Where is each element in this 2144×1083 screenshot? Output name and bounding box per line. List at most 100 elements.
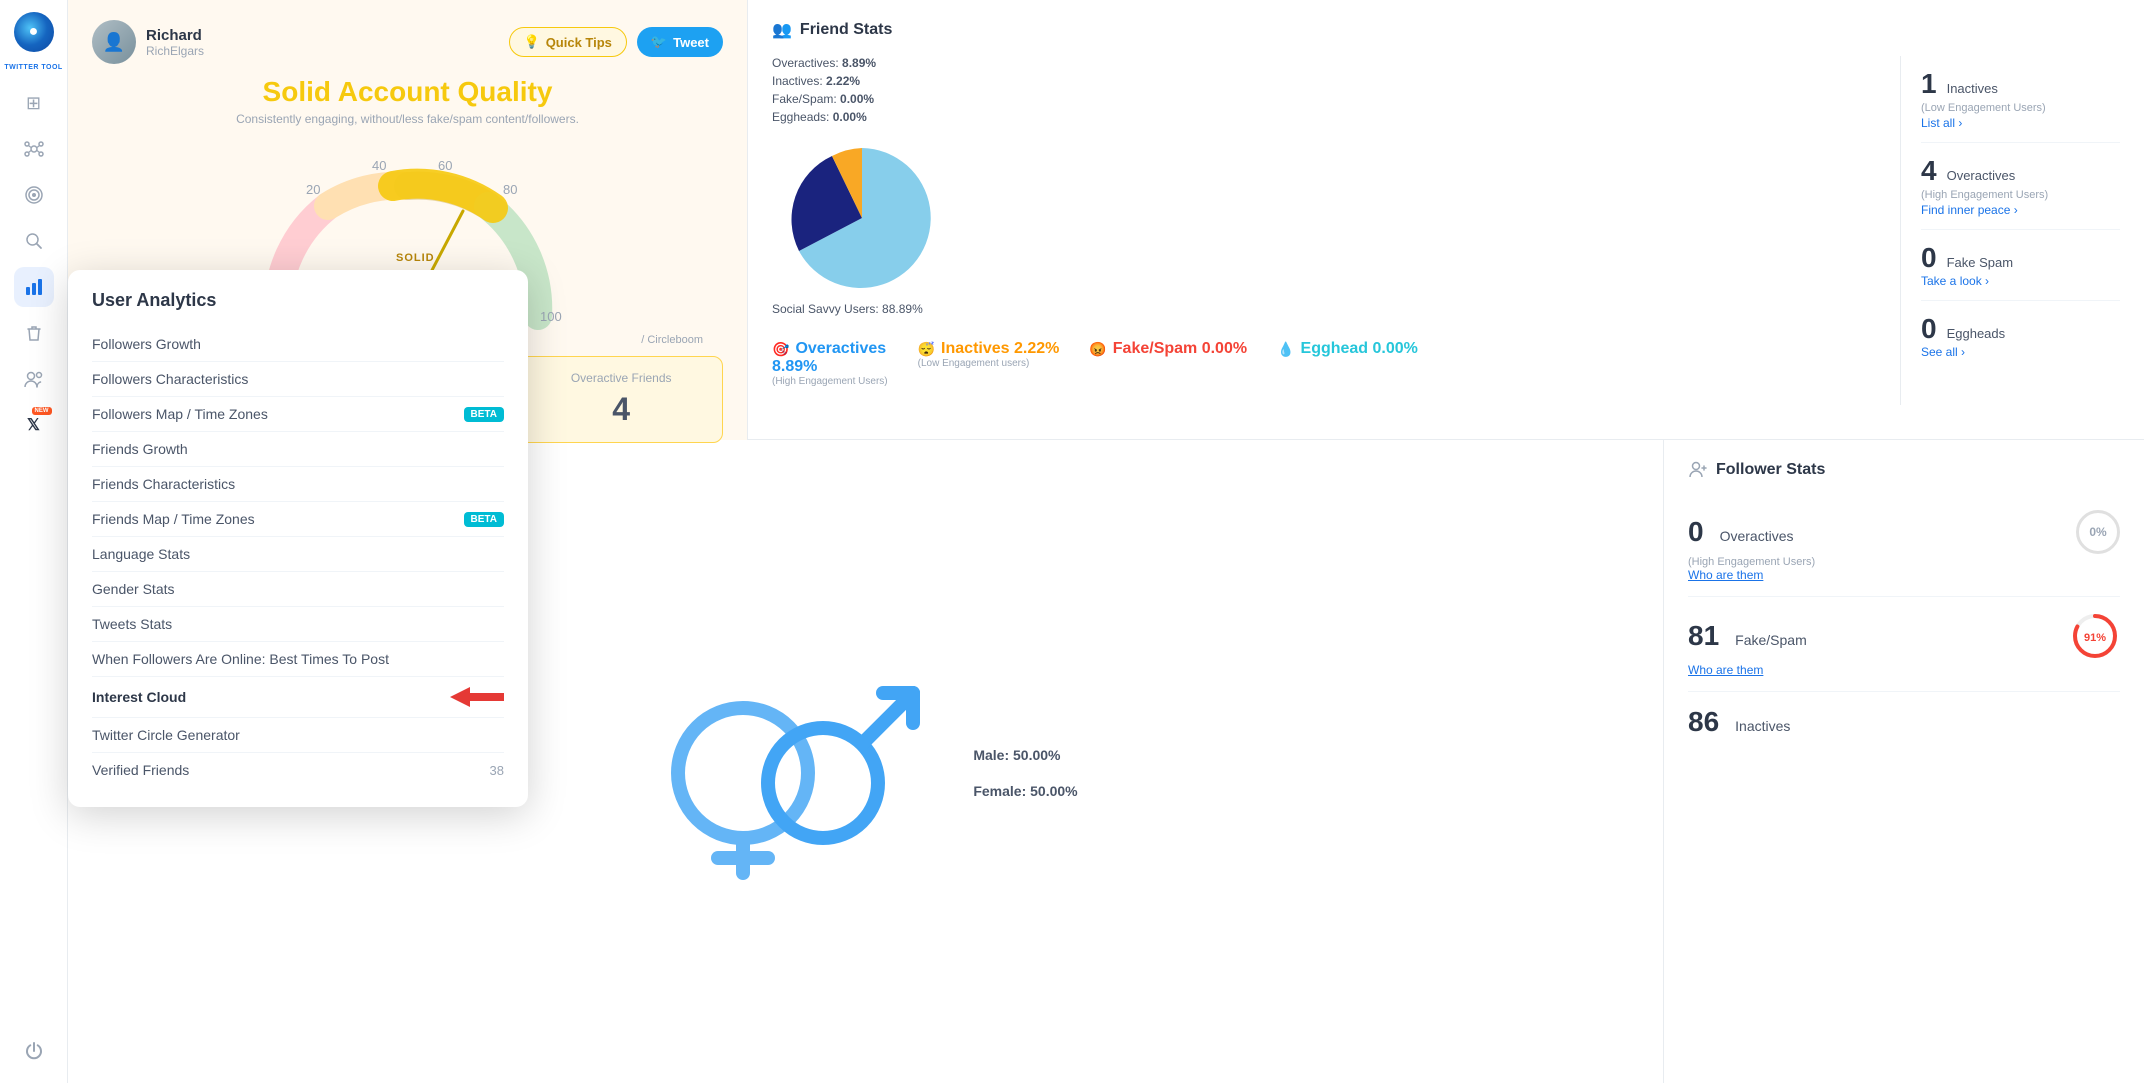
svg-text:20: 20	[306, 182, 320, 197]
ov-fakespam-label: Fake/Spam 0.00%	[1113, 340, 1247, 358]
follower-stats-title: Follower Stats	[1716, 461, 1825, 479]
svg-text:91%: 91%	[2084, 632, 2106, 644]
svg-text:SOLID: SOLID	[396, 252, 435, 264]
legend-overactives: Overactives: 8.89%	[772, 56, 876, 70]
take-a-look-link[interactable]: Take a look ›	[1921, 274, 2120, 288]
overactive-friends-card: Overactive Friends 4	[519, 356, 723, 443]
menu-item-twitter-circle[interactable]: Twitter Circle Generator	[92, 718, 504, 753]
stats-sidebar: 1 Inactives (Low Engagement Users) List …	[1900, 56, 2120, 405]
friend-stats-header: 👥 Friend Stats	[772, 20, 2120, 40]
arrow-icon	[450, 686, 504, 708]
follower-inactives-type: Inactives	[1735, 718, 1790, 734]
gender-symbols	[653, 663, 933, 883]
circleboom-credit: / Circleboom	[641, 334, 703, 346]
sidebar-item-users[interactable]	[14, 359, 54, 399]
menu-item-gender-stats[interactable]: Gender Stats	[92, 572, 504, 607]
stat-inactives-row: 1 Inactives (Low Engagement Users) List …	[1921, 56, 2120, 143]
follower-fakespam-type: Fake/Spam	[1735, 632, 1807, 648]
menu-item-followers-characteristics[interactable]: Followers Characteristics	[92, 362, 504, 397]
menu-item-friends-characteristics[interactable]: Friends Characteristics	[92, 467, 504, 502]
user-header: 👤 Richard RichElgars 💡 Quick Tips 🐦 Twee…	[92, 20, 723, 64]
sidebar-item-power[interactable]	[14, 1031, 54, 1071]
overactives-sublabel: (High Engagement Users)	[1688, 556, 2120, 568]
ov-egghead: 💧 Egghead 0.00%	[1277, 340, 1418, 387]
follower-stats-icon	[1688, 460, 1708, 480]
sidebar-item-dashboard[interactable]: ⊞	[14, 83, 54, 123]
menu-item-friends-growth[interactable]: Friends Growth	[92, 432, 504, 467]
list-all-link[interactable]: List all ›	[1921, 116, 2120, 130]
follower-stats-header: Follower Stats	[1688, 460, 2120, 480]
menu-item-best-times[interactable]: When Followers Are Online: Best Times To…	[92, 642, 504, 677]
stat-eggheads-number: 0	[1921, 313, 1937, 345]
social-savvy-label: Social Savvy Users: 88.89%	[772, 302, 923, 316]
find-inner-peace-link[interactable]: Find inner peace ›	[1921, 203, 2120, 217]
menu-item-verified-friends[interactable]: Verified Friends 38	[92, 753, 504, 787]
sidebar-item-network[interactable]	[14, 129, 54, 169]
ov-inactives-sub: (Low Engagement users)	[918, 358, 1030, 369]
tweet-button[interactable]: 🐦 Tweet	[637, 27, 723, 57]
svg-text:40: 40	[372, 158, 386, 173]
friend-stats-title: Friend Stats	[800, 21, 892, 39]
sidebar-item-analytics[interactable]	[14, 267, 54, 307]
overactive-friends-label: Overactive Friends	[536, 371, 706, 385]
overactives-who-link[interactable]: Who are them	[1688, 568, 2120, 582]
stat-inactives-label: Inactives	[1947, 81, 1998, 96]
overactives-bar: 🎯 Overactives 8.89% (High Engagement Use…	[772, 326, 1418, 387]
overactives-percent-badge: 0%	[2076, 510, 2120, 554]
user-name: Richard	[146, 27, 204, 44]
menu-title: User Analytics	[92, 290, 504, 311]
stat-fakespam-label: Fake Spam	[1947, 255, 2013, 270]
follower-overactives-num: 0	[1688, 516, 1704, 548]
sidebar-item-target[interactable]	[14, 175, 54, 215]
ov-egghead-label: Egghead 0.00%	[1301, 340, 1418, 358]
fakespam-who-link[interactable]: Who are them	[1688, 663, 2120, 677]
ov-fakespam-icon: 😡	[1089, 341, 1106, 358]
follower-fakespam-row: 81 Fake/Spam 91% Who are them	[1688, 597, 2120, 692]
sidebar-item-twitter[interactable]: 𝕏 NEW	[14, 405, 54, 445]
follower-fakespam-num: 81	[1688, 620, 1719, 652]
pie-chart	[772, 138, 952, 298]
friend-stats-icon: 👥	[772, 20, 792, 40]
menu-item-language-stats[interactable]: Language Stats	[92, 537, 504, 572]
quality-title: Solid Account Quality	[92, 76, 723, 108]
menu-item-followers-growth[interactable]: Followers Growth	[92, 327, 504, 362]
avatar: 👤	[92, 20, 136, 64]
stat-overactives-row: 4 Overactives (High Engagement Users) Fi…	[1921, 143, 2120, 230]
see-all-link[interactable]: See all ›	[1921, 345, 2120, 359]
twitter-bird-icon: 🐦	[651, 34, 667, 50]
friend-stats-content: Overactives: 8.89% Inactives: 2.22% Fake…	[772, 56, 2120, 405]
follower-inactives-num: 86	[1688, 706, 1719, 738]
stat-overactives-label: Overactives	[1947, 168, 2016, 183]
stat-fakespam-row: 0 Fake Spam Take a look ›	[1921, 230, 2120, 301]
stat-eggheads-row: 0 Eggheads See all ›	[1921, 301, 2120, 371]
header-buttons: 💡 Quick Tips 🐦 Tweet	[509, 27, 724, 57]
stat-overactives-sublabel: (High Engagement Users)	[1921, 189, 2120, 201]
svg-text:100: 100	[540, 309, 562, 324]
menu-item-interest-cloud[interactable]: Interest Cloud	[92, 677, 504, 718]
pie-legend: Overactives: 8.89% Inactives: 2.22% Fake…	[772, 56, 876, 128]
ov-overactives-value: Overactives	[795, 340, 886, 358]
menu-item-followers-map[interactable]: Followers Map / Time Zones BETA	[92, 397, 504, 432]
sidebar-item-trash[interactable]	[14, 313, 54, 353]
legend-inactives: Inactives: 2.22%	[772, 74, 876, 88]
male-label: Male: 50.00%	[973, 747, 1077, 763]
pie-section: Overactives: 8.89% Inactives: 2.22% Fake…	[772, 56, 1900, 405]
beta-badge-followers-map: BETA	[464, 407, 504, 422]
follower-inactives-row: 86 Inactives	[1688, 692, 2120, 752]
ov-egghead-icon: 💧	[1277, 341, 1294, 358]
app-name: TWITTER TOOL	[4, 64, 62, 71]
beta-badge-friends-map: BETA	[464, 512, 504, 527]
overactive-friends-value: 4	[536, 391, 706, 428]
ov-overactives-sub: (High Engagement Users)	[772, 376, 888, 387]
gender-labels: Male: 50.00% Female: 50.00%	[973, 747, 1077, 799]
follower-stats-section: Follower Stats 0 Overactives 0% (High En…	[1664, 440, 2144, 1083]
user-info: 👤 Richard RichElgars	[92, 20, 204, 64]
sidebar-item-search[interactable]	[14, 221, 54, 261]
female-label: Female: 50.00%	[973, 783, 1077, 799]
stat-overactives-number: 4	[1921, 155, 1937, 187]
menu-item-tweets-stats[interactable]: Tweets Stats	[92, 607, 504, 642]
menu-item-friends-map[interactable]: Friends Map / Time Zones BETA	[92, 502, 504, 537]
lightbulb-icon: 💡	[524, 34, 540, 50]
stat-eggheads-label: Eggheads	[1947, 326, 2006, 341]
quick-tips-button[interactable]: 💡 Quick Tips	[509, 27, 627, 57]
